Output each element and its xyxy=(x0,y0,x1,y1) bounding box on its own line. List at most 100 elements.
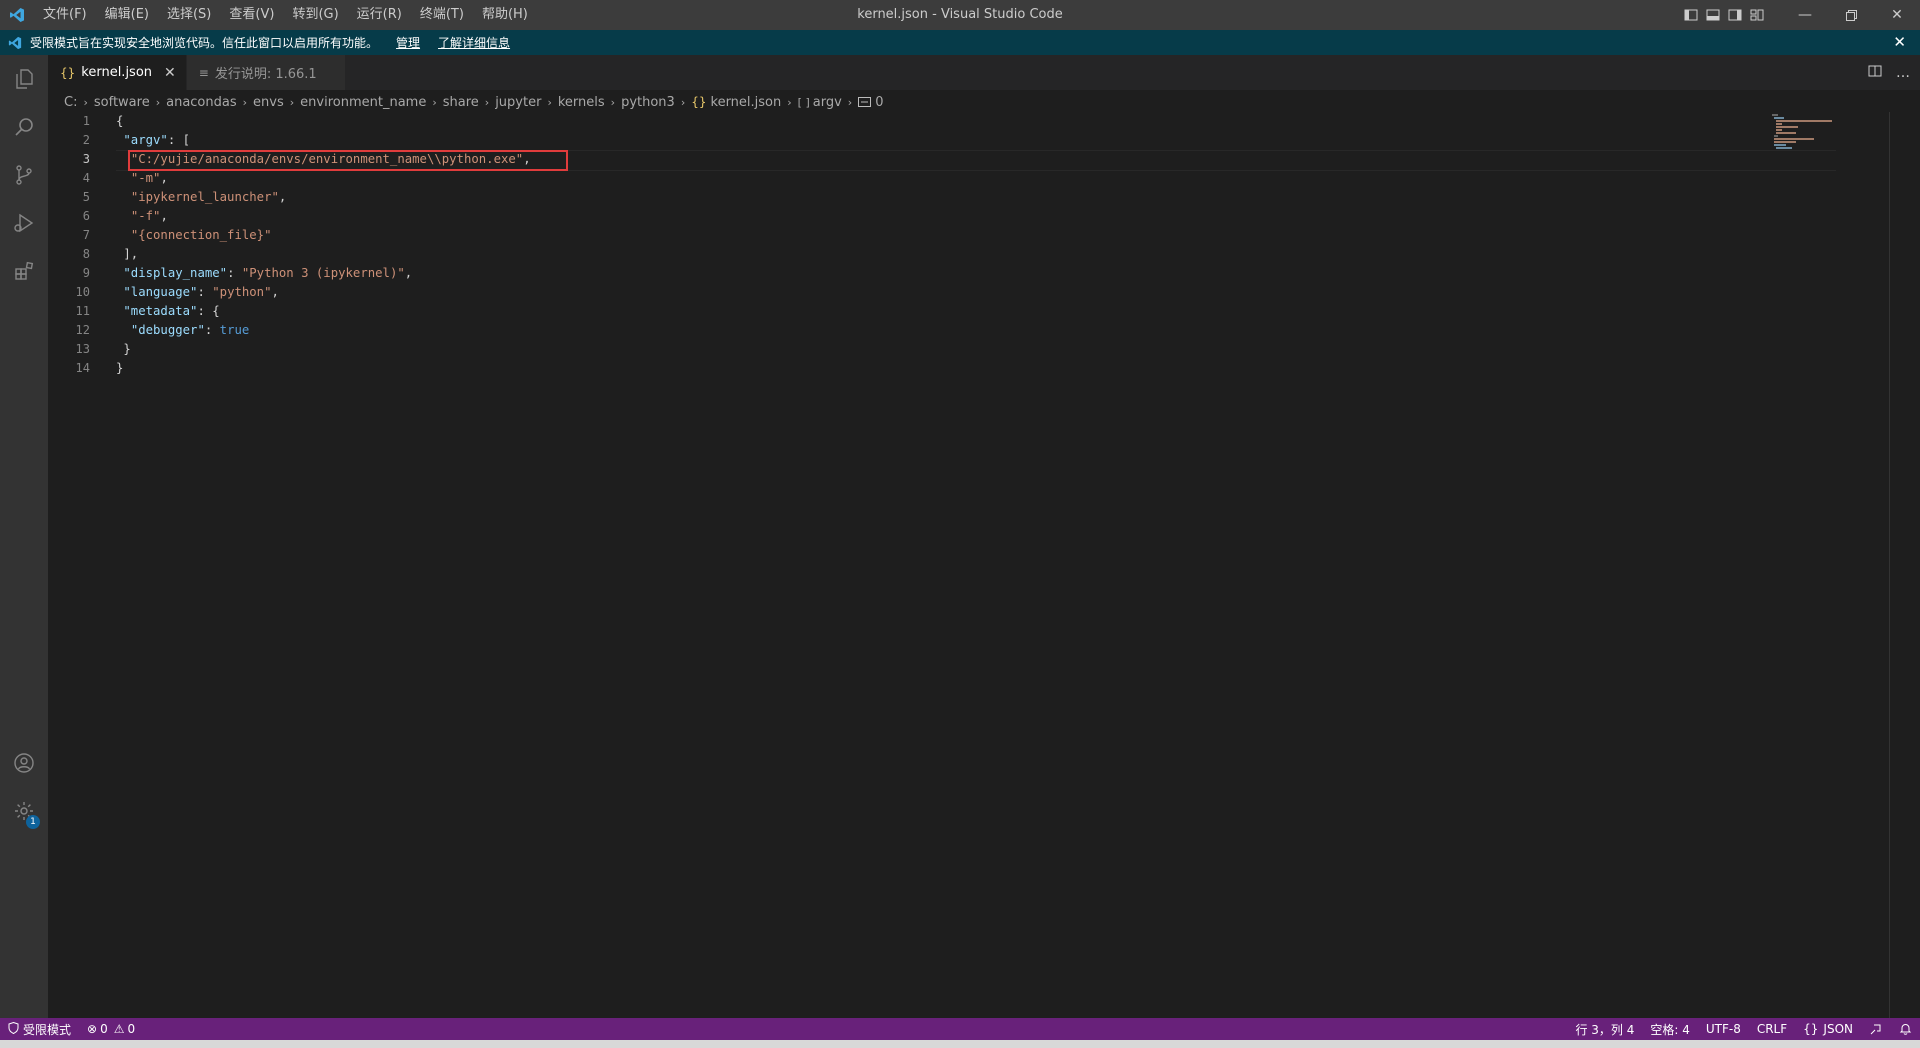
release-notes-icon: ≡ xyxy=(198,65,209,80)
chevron-right-icon: › xyxy=(547,95,552,109)
manage-gear-icon[interactable]: 1 xyxy=(0,787,48,835)
tab-close-icon[interactable]: ✕ xyxy=(164,65,176,81)
minimize-icon[interactable]: — xyxy=(1782,0,1828,30)
toggle-primary-sidebar-icon[interactable] xyxy=(1680,0,1702,30)
close-window-icon[interactable]: ✕ xyxy=(1874,0,1920,30)
more-actions-icon[interactable]: … xyxy=(1896,65,1910,81)
menu-item[interactable]: 终端(T) xyxy=(411,0,473,30)
code-token: "debugger" xyxy=(130,323,205,337)
annotation-highlight-box xyxy=(128,150,568,171)
toggle-secondary-sidebar-icon[interactable] xyxy=(1724,0,1746,30)
restricted-mode-status[interactable]: 受限模式 xyxy=(0,1018,79,1040)
explorer-icon[interactable] xyxy=(0,55,48,103)
code-line[interactable]: "display_name": "Python 3 (ipykernel)", xyxy=(116,264,412,283)
code-line[interactable]: } xyxy=(116,340,130,359)
chevron-right-icon: › xyxy=(847,95,853,109)
warning-count: 0 xyxy=(127,1022,136,1036)
menu-item[interactable]: 运行(R) xyxy=(348,0,411,30)
line-number: 12 xyxy=(75,323,90,337)
menu-item[interactable]: 文件(F) xyxy=(34,0,96,30)
shield-icon xyxy=(8,1021,19,1037)
code-line[interactable]: "ipykernel_launcher", xyxy=(116,188,286,207)
braces-icon: {} xyxy=(1803,1022,1819,1036)
feedback-icon[interactable] xyxy=(1861,1018,1891,1040)
search-icon[interactable] xyxy=(0,103,48,151)
menu-item[interactable]: 编辑(E) xyxy=(96,0,158,30)
breadcrumb-item[interactable]: kernels xyxy=(558,95,605,110)
source-control-icon[interactable] xyxy=(0,151,48,199)
code-token: : { xyxy=(197,304,220,318)
code-line[interactable]: ], xyxy=(116,245,138,264)
code-token: { xyxy=(116,114,124,128)
restore-icon[interactable] xyxy=(1828,0,1874,30)
code-token: , xyxy=(278,190,287,204)
banner-close-icon[interactable]: ✕ xyxy=(1893,30,1906,55)
code-token: "-f" xyxy=(130,209,161,223)
extensions-icon[interactable] xyxy=(0,247,48,295)
encoding[interactable]: UTF-8 xyxy=(1698,1018,1749,1040)
code-line[interactable]: "{connection_file}" xyxy=(116,226,272,245)
tab-kernel-json[interactable]: {} kernel.json ✕ xyxy=(48,55,187,90)
update-badge: 1 xyxy=(26,815,40,829)
breadcrumb-item[interactable]: envs xyxy=(253,95,284,110)
breadcrumb-file[interactable]: kernel.json xyxy=(711,95,782,110)
language-mode[interactable]: {} JSON xyxy=(1795,1018,1861,1040)
breadcrumb-item[interactable]: share xyxy=(443,95,479,110)
code-line[interactable]: "-m", xyxy=(116,169,168,188)
chevron-right-icon: › xyxy=(484,95,490,109)
banner-manage-link[interactable]: 管理 xyxy=(396,34,420,51)
code-line[interactable]: } xyxy=(116,359,123,378)
array-symbol-icon: [ ] xyxy=(797,95,810,109)
breadcrumb-item[interactable]: anacondas xyxy=(166,95,237,110)
menu-item[interactable]: 转到(G) xyxy=(283,0,347,30)
breadcrumb-item[interactable]: software xyxy=(94,95,150,110)
cursor-position[interactable]: 行 3，列 4 xyxy=(1567,1018,1642,1040)
line-number: 8 xyxy=(82,247,90,261)
line-number: 2 xyxy=(82,133,90,147)
vertical-scrollbar[interactable] xyxy=(1889,112,1904,1018)
menu-item[interactable]: 选择(S) xyxy=(158,0,220,30)
end-of-line[interactable]: CRLF xyxy=(1749,1018,1795,1040)
breadcrumb-item[interactable]: jupyter xyxy=(495,95,541,110)
problems-status[interactable]: ⊗ 0 ⚠ 0 xyxy=(79,1018,143,1040)
breadcrumb-item[interactable]: python3 xyxy=(621,95,675,110)
code-line[interactable]: "-f", xyxy=(116,207,168,226)
breadcrumb-item[interactable]: C: xyxy=(64,95,77,110)
menu-item[interactable]: 查看(V) xyxy=(220,0,283,30)
warning-icon: ⚠ xyxy=(113,1022,125,1036)
banner-learn-more-link[interactable]: 了解详细信息 xyxy=(438,34,510,51)
chevron-right-icon: › xyxy=(242,95,248,109)
code-line[interactable]: "metadata": { xyxy=(116,302,220,321)
code-editor[interactable]: 1 2 3 4 5 6 7 8 9 10 11 12 13 14 { "argv": [ "C:/yuji… xyxy=(48,112,1904,1018)
breadcrumb-symbol-array[interactable]: argv xyxy=(813,95,842,110)
index-symbol-icon xyxy=(858,97,872,107)
minimap[interactable] xyxy=(1772,112,1884,152)
code-line[interactable]: "debugger": true xyxy=(116,321,249,340)
error-count: 0 xyxy=(100,1022,108,1036)
indentation[interactable]: 空格: 4 xyxy=(1642,1018,1698,1040)
breadcrumb-item[interactable]: environment_name xyxy=(300,95,426,110)
notifications-bell-icon[interactable] xyxy=(1891,1018,1920,1040)
tab-release-notes[interactable]: ≡ 发行说明: 1.66.1 xyxy=(186,55,346,90)
split-editor-icon[interactable] xyxy=(1868,64,1882,82)
menu-item[interactable]: 帮助(H) xyxy=(473,0,537,30)
chevron-right-icon: › xyxy=(787,95,792,109)
breadcrumb-symbol-index[interactable]: 0 xyxy=(875,95,883,110)
code-line[interactable]: "language": "python", xyxy=(116,283,279,302)
breadcrumb: C: › software › anacondas › envs › environment_n… xyxy=(64,92,883,112)
code-token: "ipykernel_launcher" xyxy=(130,190,279,204)
code-token: "-m" xyxy=(130,171,161,185)
run-debug-icon[interactable] xyxy=(0,199,48,247)
code-line[interactable]: "argv": [ xyxy=(116,131,190,150)
vscode-logo-icon[interactable] xyxy=(0,0,34,30)
toggle-panel-icon[interactable] xyxy=(1702,0,1724,30)
line-number: 10 xyxy=(75,285,90,299)
code-line[interactable]: { xyxy=(116,112,123,131)
code-token: "language" xyxy=(123,285,198,299)
accounts-icon[interactable] xyxy=(0,739,48,787)
customize-layout-icon[interactable] xyxy=(1746,0,1768,30)
code-token: : [ xyxy=(167,133,191,147)
code-token: } xyxy=(116,361,124,375)
line-number: 5 xyxy=(82,190,90,204)
